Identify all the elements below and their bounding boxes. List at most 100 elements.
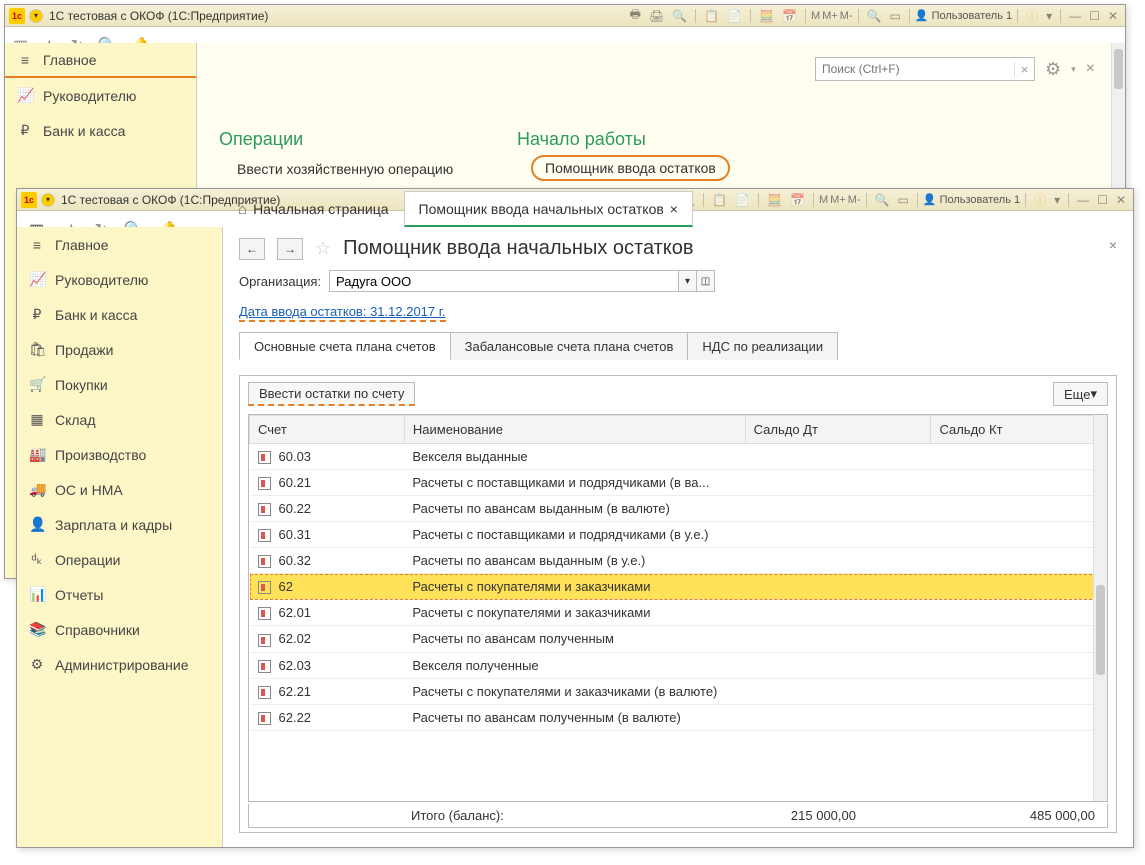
table-row[interactable]: 62.03Векселя полученные <box>250 652 1107 678</box>
nav-item[interactable]: 👤Зарплата и кадры <box>17 507 222 542</box>
nav-item[interactable]: ▦Склад <box>17 402 222 437</box>
zoom-icon[interactable]: 🔍 <box>872 193 893 207</box>
maximize-button[interactable]: ☐ <box>1086 9 1103 23</box>
close-panel-icon[interactable]: × <box>1086 60 1095 78</box>
back-button[interactable]: ← <box>239 238 265 260</box>
table-row[interactable]: 60.03Векселя выданные <box>250 444 1107 470</box>
tab-main-accounts[interactable]: Основные счета плана счетов <box>239 332 451 360</box>
clear-icon[interactable]: × <box>1014 62 1034 77</box>
nav-item[interactable]: 🚚ОС и НМА <box>17 472 222 507</box>
nav-item[interactable]: ₽Банк и касса <box>17 297 222 332</box>
col-name[interactable]: Наименование <box>404 416 745 444</box>
app-menu-dropdown[interactable]: ▾ <box>41 193 55 207</box>
nav-item[interactable]: 🏭Производство <box>17 437 222 472</box>
info-icon[interactable]: ⓘ <box>1023 7 1041 24</box>
search-box[interactable]: × <box>815 57 1035 81</box>
org-input[interactable] <box>329 270 679 292</box>
scroll-thumb[interactable] <box>1114 49 1123 89</box>
table-scrollbar[interactable] <box>1093 415 1107 801</box>
col-credit[interactable]: Сальдо Кт <box>931 416 1107 444</box>
preview-icon[interactable]: 🔍 <box>669 9 690 23</box>
favorite-icon[interactable]: ☆ <box>315 238 331 259</box>
dd-icon[interactable]: ▾ <box>1043 9 1055 23</box>
close-button[interactable]: ✕ <box>1105 9 1121 23</box>
nav-item[interactable]: 🛒Покупки <box>17 367 222 402</box>
open-dialog-icon[interactable]: ◫ <box>697 270 715 292</box>
scroll-thumb[interactable] <box>1096 585 1105 675</box>
print-icon[interactable]: 🖶 <box>627 5 644 26</box>
org-combo[interactable]: ▾ ◫ <box>329 270 715 292</box>
app-menu-dropdown[interactable]: ▾ <box>29 9 43 23</box>
close-page-icon[interactable]: × <box>1109 237 1117 253</box>
table-row[interactable]: 62.02Расчеты по авансам полученным <box>250 626 1107 652</box>
home-icon: ⌂ <box>238 201 247 218</box>
info-icon[interactable]: ⓘ <box>1031 191 1049 208</box>
calc-icon[interactable]: 🧮 <box>756 9 777 23</box>
tab-offbalance[interactable]: Забалансовые счета плана счетов <box>450 332 689 360</box>
maximize-button[interactable]: ☐ <box>1094 193 1111 207</box>
dropdown-icon[interactable]: ▾ <box>679 270 697 292</box>
table-row[interactable]: 62.21Расчеты с покупателями и заказчикам… <box>250 678 1107 704</box>
dd-icon[interactable]: ▾ <box>1051 193 1063 207</box>
zoom-icon[interactable]: 🔍 <box>864 9 885 23</box>
forward-button[interactable]: → <box>277 238 303 260</box>
nav-item[interactable]: 📊Отчеты <box>17 577 222 612</box>
pill-balance-helper[interactable]: Помощник ввода остатков <box>531 155 730 181</box>
windows-icon[interactable]: ▭ <box>887 9 904 23</box>
table-row[interactable]: 60.31Расчеты с поставщиками и подрядчика… <box>250 522 1107 548</box>
m-display[interactable]: M <box>811 10 820 22</box>
nav-item[interactable]: 📈Руководителю <box>17 262 222 297</box>
nav-manager[interactable]: 📈Руководителю <box>5 78 196 113</box>
close-button[interactable]: ✕ <box>1113 193 1129 207</box>
table-row[interactable]: 62.01Расчеты с покупателями и заказчикам… <box>250 600 1107 626</box>
calc-icon[interactable]: 🧮 <box>764 193 785 207</box>
tab-balance-helper[interactable]: Помощник ввода начальных остатков× <box>404 191 693 227</box>
table-row[interactable]: 60.22Расчеты по авансам выданным (в валю… <box>250 496 1107 522</box>
col-account[interactable]: Счет <box>250 416 405 444</box>
link-enter-operation[interactable]: Ввести хозяйственную операцию <box>237 161 453 177</box>
search-input[interactable] <box>816 62 1014 76</box>
clipboard-icon[interactable]: 📋 <box>701 9 722 23</box>
nav-icon: 👤 <box>29 516 45 533</box>
table-row[interactable]: 60.21Расчеты с поставщиками и подрядчика… <box>250 470 1107 496</box>
calendar-icon[interactable]: 📅 <box>779 9 800 23</box>
nav-item[interactable]: 📚Справочники <box>17 612 222 647</box>
tab-vat[interactable]: НДС по реализации <box>687 332 838 360</box>
clipboard-icon[interactable]: 📋 <box>709 193 730 207</box>
m-plus[interactable]: M+ <box>822 10 838 22</box>
footer-label: Итого (баланс): <box>249 808 629 823</box>
table-row[interactable]: 60.32Расчеты по авансам выданным (в у.е.… <box>250 548 1107 574</box>
nav-bank[interactable]: ₽Банк и касса <box>5 113 196 148</box>
enter-balance-button[interactable]: Ввести остатки по счету <box>248 382 415 406</box>
table-row[interactable]: 62Расчеты с покупателями и заказчиками <box>250 574 1107 600</box>
tab-home[interactable]: ⌂Начальная страница <box>223 191 404 227</box>
table-row[interactable]: 62.22Расчеты по авансам полученным (в ва… <box>250 704 1107 730</box>
calendar-icon[interactable]: 📅 <box>787 193 808 207</box>
minimize-button[interactable]: — <box>1074 193 1092 207</box>
m-minus[interactable]: M- <box>848 194 861 206</box>
nav-item[interactable]: ᵈₖОперации <box>17 542 222 577</box>
copy-icon[interactable]: 📄 <box>724 9 745 23</box>
date-link[interactable]: Дата ввода остатков: 31.12.2017 г. <box>239 304 446 322</box>
printer-icon[interactable]: 🖨 <box>646 9 667 23</box>
m-plus[interactable]: M+ <box>830 194 846 206</box>
nav-item[interactable]: ⚙Администрирование <box>17 647 222 682</box>
settings-icon[interactable]: ⚙ <box>1045 59 1061 80</box>
nav-item[interactable]: ≡Главное <box>17 227 222 262</box>
nav-icon: ⚙ <box>29 656 45 673</box>
app-icon: 1c <box>21 192 37 208</box>
col-debit[interactable]: Сальдо Дт <box>745 416 931 444</box>
user-label[interactable]: 👤 Пользователь 1 <box>915 9 1012 22</box>
user-label[interactable]: 👤 Пользователь 1 <box>923 193 1020 206</box>
nav-icon: 🛍 <box>29 341 45 358</box>
m-minus[interactable]: M- <box>840 10 853 22</box>
nav-main[interactable]: ≡Главное <box>5 43 196 78</box>
m-display[interactable]: M <box>819 194 828 206</box>
minimize-button[interactable]: — <box>1066 9 1084 23</box>
tab-close-icon[interactable]: × <box>670 201 678 217</box>
nav-item[interactable]: 🛍Продажи <box>17 332 222 367</box>
more-button[interactable]: Еще ▾ <box>1053 382 1108 406</box>
tab-panel: Ввести остатки по счету Еще ▾ Счет Наиме… <box>239 375 1117 833</box>
windows-icon[interactable]: ▭ <box>895 193 912 207</box>
copy-icon[interactable]: 📄 <box>732 193 753 207</box>
